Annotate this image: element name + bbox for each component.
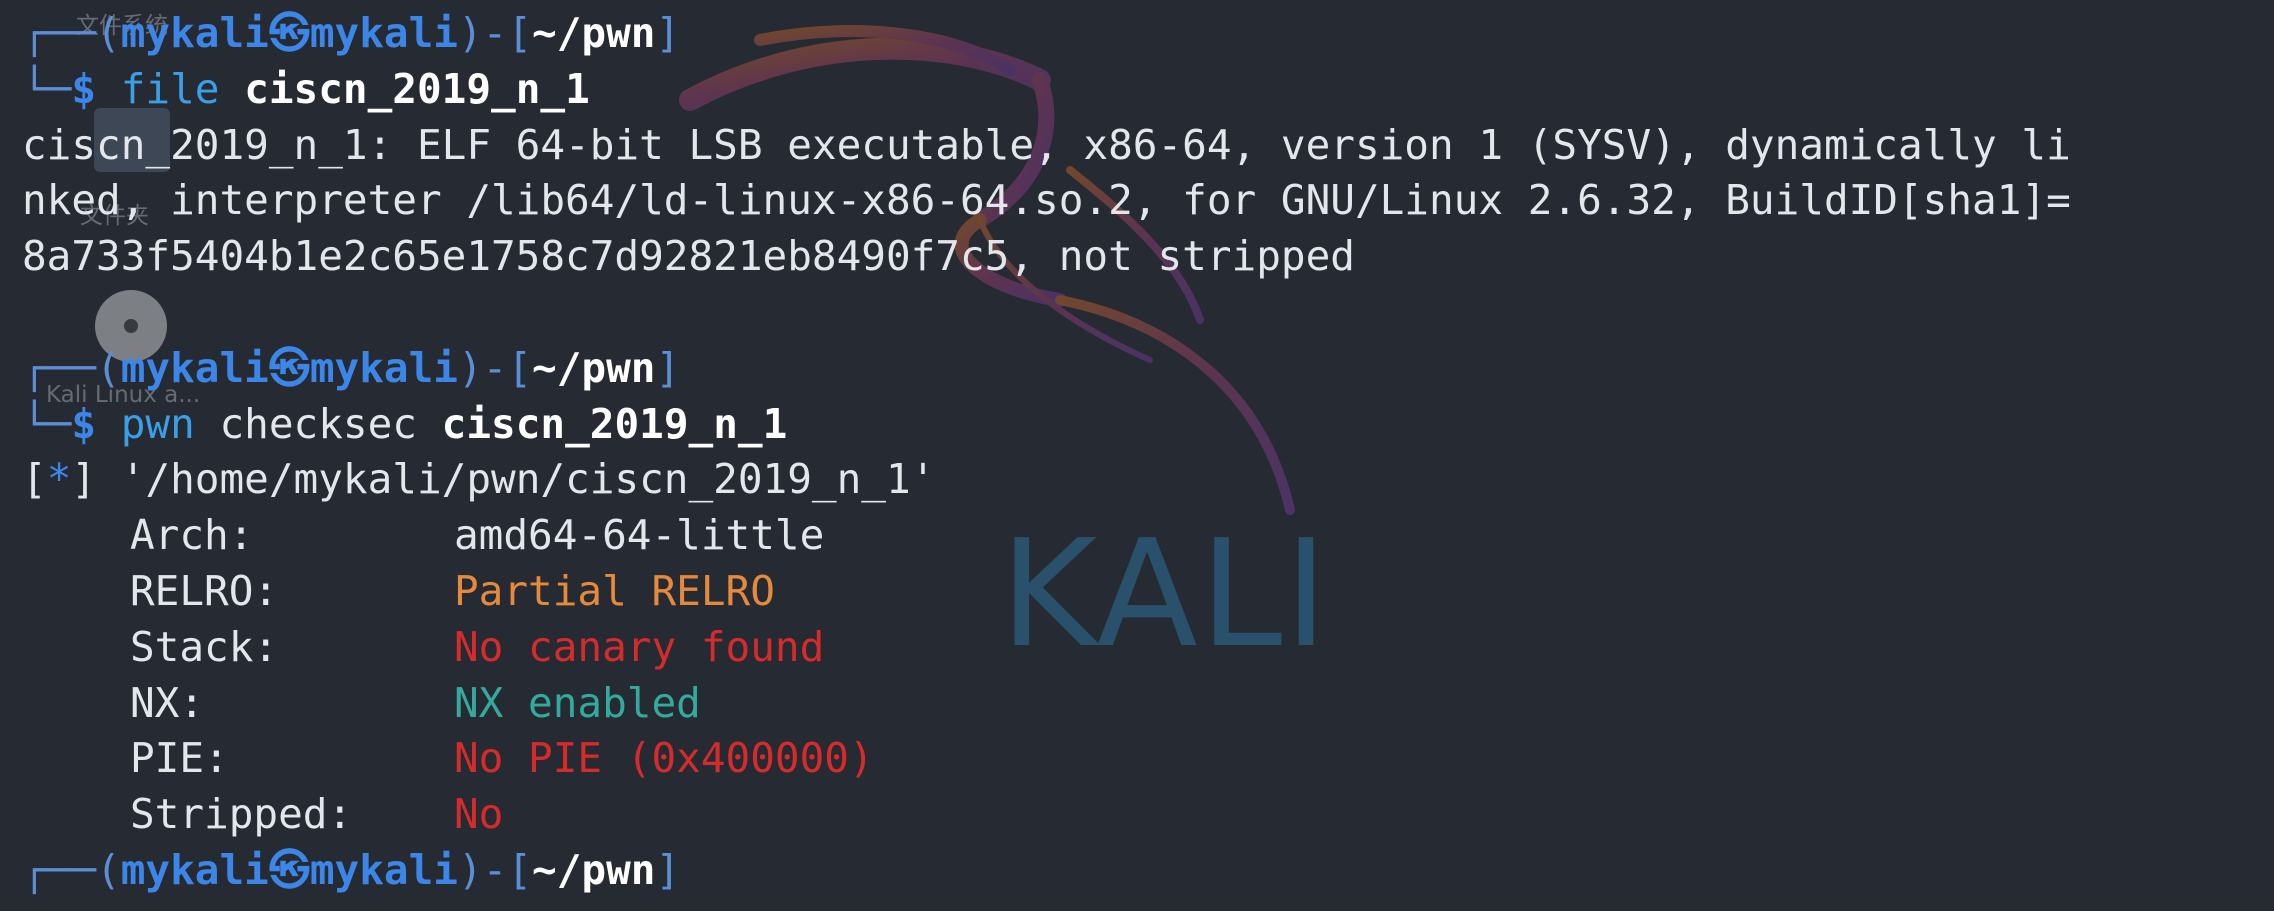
prompt-cwd: ~/pwn (532, 343, 656, 392)
command-line: └─$ file ciscn_2019_n_1 (22, 64, 590, 113)
prompt-at-symbol: ㉿ (268, 9, 310, 57)
command-target: ciscn_2019_n_1 (441, 399, 788, 448)
prompt-cwd: ~/pwn (532, 9, 656, 57)
prompt-host: mykali (309, 9, 458, 57)
output-line: ciscn_2019_n_1: ELF 64-bit LSB executabl… (22, 120, 2071, 169)
checksec-label: NX: (130, 678, 205, 727)
output-line: nked, interpreter /lib64/ld-linux-x86-64… (22, 176, 2071, 225)
terminal-window[interactable]: KALI 文件系统 文件夹 Kali Linux a... ┌──(mykali… (0, 0, 2274, 911)
checksec-row: Arch: amd64-64-little (22, 508, 2274, 564)
checksec-header: [*] '/home/mykali/pwn/ciscn_2019_n_1' (22, 455, 936, 504)
checksec-row: Stripped: No (22, 787, 2274, 843)
checksec-row: RELRO: Partial RELRO (22, 564, 2274, 620)
prompt-line: ┌──(mykali㉿mykali)-[~/pwn] (22, 343, 681, 392)
output-line: 8a733f5404b1e2c65e1758c7d92821eb8490f7c5… (22, 232, 1355, 281)
prompt-symbol: $ (71, 399, 97, 448)
info-marker: * (46, 455, 72, 504)
checksec-row: PIE: No PIE (0x400000) (22, 731, 2274, 787)
terminal-output[interactable]: ┌──(mykali㉿mykali)-[~/pwn] └─$ file cisc… (22, 6, 2274, 899)
checksec-value: amd64-64-little (454, 511, 825, 560)
checksec-row: Stack: No canary found (22, 620, 2274, 676)
checksec-value: NX enabled (454, 678, 701, 727)
command-name: file (120, 64, 220, 113)
prompt-host: mykali (309, 343, 458, 392)
checksec-value: No canary found (454, 622, 825, 671)
prompt-symbol: $ (71, 64, 97, 113)
checksec-label: PIE: (130, 734, 229, 783)
checksec-label: Stripped: (130, 790, 353, 839)
checksec-value: No (454, 790, 504, 839)
prompt-line-partial: ┌──(mykali㉿mykali)-[~/pwn] (22, 845, 681, 894)
prompt-user: mykali (120, 9, 269, 57)
command-name: pwn (120, 399, 195, 448)
checksec-label: Arch: (130, 511, 254, 560)
command-target: ciscn_2019_n_1 (244, 64, 590, 113)
command-line: └─$ pwn checksec ciscn_2019_n_1 (22, 399, 788, 448)
checksec-path: '/home/mykali/pwn/ciscn_2019_n_1' (120, 455, 936, 504)
prompt-at-symbol: ㉿ (268, 343, 310, 392)
checksec-label: RELRO: (130, 566, 279, 615)
checksec-results: Arch: amd64-64-little RELRO: Partial RELRO S… (22, 508, 2274, 843)
prompt-user: mykali (120, 343, 269, 392)
checksec-label: Stack: (130, 622, 279, 671)
command-args: checksec (219, 399, 417, 448)
prompt-line: ┌──(mykali㉿mykali)-[~/pwn] (22, 9, 681, 57)
checksec-value: Partial RELRO (454, 566, 775, 615)
checksec-row: NX: NX enabled (22, 676, 2274, 732)
checksec-value: No PIE (0x400000) (454, 734, 874, 783)
